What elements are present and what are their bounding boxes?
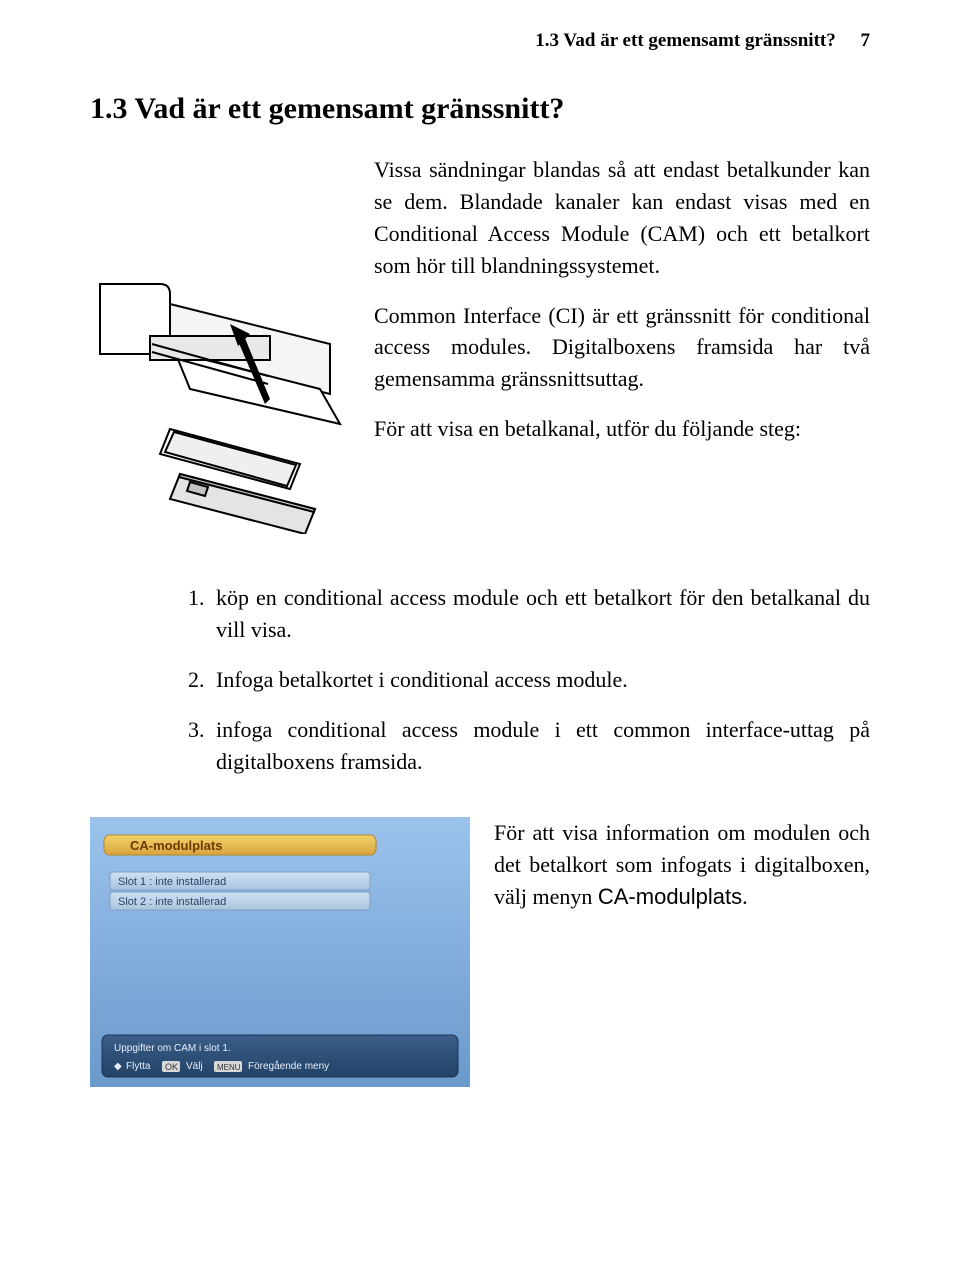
bottom-text-suffix: . — [742, 884, 748, 909]
slot1-text: Slot 1 : inte installerad — [118, 876, 226, 888]
paragraph: Common Interface (CI) är ett gränssnitt … — [374, 300, 870, 396]
panel-title: CA-modulplats — [130, 838, 222, 853]
steps-list: köp en conditional access module och ett… — [90, 582, 870, 777]
ui-screenshot: CA-modulplats Slot 1 : inte installerad … — [90, 817, 470, 1087]
step-item: Infoga betalkortet i conditional access … — [210, 664, 870, 696]
slot2-text: Slot 2 : inte installerad — [118, 896, 226, 908]
svg-text:Flytta: Flytta — [126, 1061, 151, 1072]
running-title: 1.3 Vad är ett gemensamt gränssnitt? — [535, 30, 835, 51]
step-item: köp en conditional access module och ett… — [210, 582, 870, 646]
svg-text:Föregående meny: Föregående meny — [248, 1060, 329, 1072]
svg-text:◆: ◆ — [114, 1061, 122, 1072]
svg-text:Välj: Välj — [186, 1061, 203, 1072]
running-header: 1.3 Vad är ett gemensamt gränssnitt? 7 — [90, 30, 870, 52]
paragraph: För att visa en betalkanal, utför du föl… — [374, 413, 870, 445]
bottom-row: CA-modulplats Slot 1 : inte installerad … — [90, 817, 870, 1087]
status-line: Uppgifter om CAM i slot 1. — [114, 1043, 231, 1054]
step-item: infoga conditional access module i ett c… — [210, 714, 870, 778]
paragraph: Vissa sändningar blandas så att endast b… — [374, 154, 870, 282]
svg-text:MENU: MENU — [217, 1063, 241, 1072]
menu-name: CA-modulplats — [598, 884, 742, 909]
bottom-paragraph: För att visa information om modulen och … — [494, 817, 870, 913]
section-heading: 1.3 Vad är ett gemensamt gränssnitt? — [90, 92, 870, 126]
intro-text: Vissa sändningar blandas så att endast b… — [374, 154, 870, 463]
cam-slot-illustration — [90, 274, 350, 534]
page-number: 7 — [861, 30, 871, 51]
document-page: 1.3 Vad är ett gemensamt gränssnitt? 7 1… — [0, 0, 960, 1127]
svg-text:OK: OK — [165, 1062, 178, 1072]
intro-row: Vissa sändningar blandas så att endast b… — [90, 154, 870, 534]
